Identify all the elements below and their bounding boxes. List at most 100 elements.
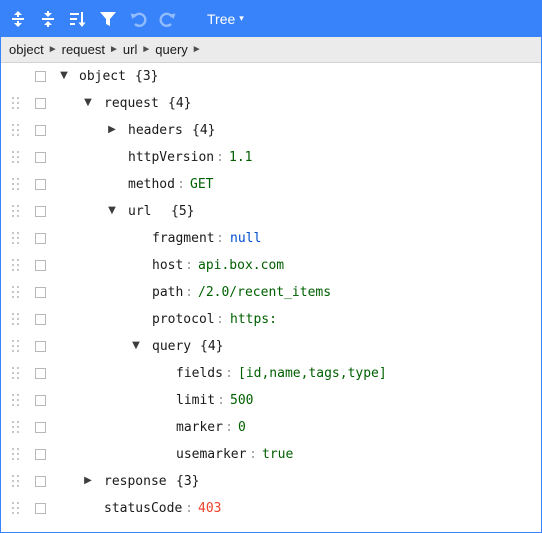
context-menu-button[interactable] xyxy=(35,233,46,244)
context-menu-button[interactable] xyxy=(35,125,46,136)
tree-row-object: ▼ object {3} xyxy=(1,63,541,90)
drag-handle-icon[interactable] xyxy=(12,232,20,244)
breadcrumb-item-query[interactable]: query xyxy=(155,42,188,57)
field-key[interactable]: headers xyxy=(128,122,183,139)
context-menu-button[interactable] xyxy=(35,422,46,433)
child-count: {3} xyxy=(176,474,200,489)
field-value[interactable]: true xyxy=(262,446,293,463)
tree-row-method: method : GET xyxy=(1,171,541,198)
context-menu-button[interactable] xyxy=(35,98,46,109)
field-value[interactable]: [id,name,tags,type] xyxy=(238,365,387,382)
filter-button[interactable] xyxy=(95,6,121,32)
tree-row-marker: marker : 0 xyxy=(1,414,541,441)
breadcrumb-separator[interactable]: ► xyxy=(192,44,202,55)
expanded-triangle-icon[interactable]: ▼ xyxy=(129,338,143,354)
breadcrumb-item-request[interactable]: request xyxy=(62,42,105,57)
redo-button[interactable] xyxy=(155,6,181,32)
breadcrumb-separator[interactable]: ► xyxy=(109,44,119,55)
field-value[interactable]: GET xyxy=(190,176,213,193)
child-count: {4} xyxy=(192,123,216,138)
breadcrumb-separator[interactable]: ► xyxy=(48,44,58,55)
field-value[interactable]: null xyxy=(230,230,261,247)
field-key[interactable]: usemarker xyxy=(176,446,246,463)
tree-row-response: ▶ response {3} xyxy=(1,468,541,495)
drag-handle-icon[interactable] xyxy=(12,475,20,487)
collapse-all-button[interactable] xyxy=(35,6,61,32)
tree-row-fragment: fragment : null xyxy=(1,225,541,252)
collapsed-triangle-icon[interactable]: ▶ xyxy=(105,122,119,138)
sort-button[interactable] xyxy=(65,6,91,32)
field-value[interactable]: 403 xyxy=(198,500,221,517)
context-menu-button[interactable] xyxy=(35,314,46,325)
field-key[interactable]: object xyxy=(79,68,126,85)
key-value-separator: : xyxy=(217,393,225,408)
breadcrumb-separator[interactable]: ► xyxy=(141,44,151,55)
breadcrumb-item-object[interactable]: object xyxy=(9,42,44,57)
drag-handle-icon[interactable] xyxy=(12,205,20,217)
field-key[interactable]: request xyxy=(104,95,159,112)
field-key[interactable]: url xyxy=(128,203,151,220)
context-menu-button[interactable] xyxy=(35,260,46,271)
field-value[interactable]: /2.0/recent_items xyxy=(198,284,331,301)
field-key[interactable]: host xyxy=(152,257,183,274)
context-menu-button[interactable] xyxy=(35,503,46,514)
field-key[interactable]: marker xyxy=(176,419,223,436)
drag-handle-icon[interactable] xyxy=(12,178,20,190)
context-menu-button[interactable] xyxy=(35,287,46,298)
expanded-triangle-icon[interactable]: ▼ xyxy=(57,68,71,84)
drag-handle-icon[interactable] xyxy=(12,394,20,406)
drag-handle-icon[interactable] xyxy=(12,502,20,514)
tree-view: ▼ object {3} ▼ request {4} ▶ headers {4}… xyxy=(1,63,541,522)
field-key[interactable]: method xyxy=(128,176,175,193)
sort-icon xyxy=(70,11,86,27)
context-menu-button[interactable] xyxy=(35,368,46,379)
breadcrumb-item-url[interactable]: url xyxy=(123,42,137,57)
field-key[interactable]: limit xyxy=(176,392,215,409)
child-count: {3} xyxy=(135,69,159,84)
context-menu-button[interactable] xyxy=(35,341,46,352)
field-value[interactable]: 0 xyxy=(238,419,246,436)
drag-handle-icon[interactable] xyxy=(12,124,20,136)
field-value[interactable]: api.box.com xyxy=(198,257,284,274)
drag-handle-icon[interactable] xyxy=(12,340,20,352)
context-menu-button[interactable] xyxy=(35,71,46,82)
drag-handle-icon[interactable] xyxy=(12,367,20,379)
key-value-separator: : xyxy=(216,231,224,246)
undo-button[interactable] xyxy=(125,6,151,32)
tree-row-statuscode: statusCode : 403 xyxy=(1,495,541,522)
expand-all-button[interactable] xyxy=(5,6,31,32)
context-menu-button[interactable] xyxy=(35,476,46,487)
field-key[interactable]: httpVersion xyxy=(128,149,214,166)
drag-handle-icon[interactable] xyxy=(12,97,20,109)
expand-all-icon xyxy=(12,10,24,27)
context-menu-button[interactable] xyxy=(35,179,46,190)
expanded-triangle-icon[interactable]: ▼ xyxy=(81,95,95,111)
field-key[interactable]: statusCode xyxy=(104,500,182,517)
field-key[interactable]: protocol xyxy=(152,311,215,328)
drag-handle-icon[interactable] xyxy=(12,313,20,325)
collapsed-triangle-icon[interactable]: ▶ xyxy=(81,473,95,489)
field-value[interactable]: https: xyxy=(230,311,277,328)
chevron-down-icon: ▾ xyxy=(239,13,244,23)
key-value-separator: : xyxy=(225,420,233,435)
toolbar: Tree ▾ xyxy=(1,1,541,37)
drag-handle-icon[interactable] xyxy=(12,259,20,271)
context-menu-button[interactable] xyxy=(35,152,46,163)
field-key[interactable]: path xyxy=(152,284,183,301)
drag-handle-icon[interactable] xyxy=(12,286,20,298)
field-key[interactable]: query xyxy=(152,338,191,355)
expanded-triangle-icon[interactable]: ▼ xyxy=(105,203,119,219)
drag-handle-icon[interactable] xyxy=(12,448,20,460)
context-menu-button[interactable] xyxy=(35,449,46,460)
drag-handle-icon[interactable] xyxy=(12,421,20,433)
field-value[interactable]: 500 xyxy=(230,392,253,409)
field-value[interactable]: 1.1 xyxy=(229,149,252,166)
context-menu-button[interactable] xyxy=(35,206,46,217)
field-key[interactable]: fragment xyxy=(152,230,215,247)
mode-selector[interactable]: Tree ▾ xyxy=(207,6,244,32)
tree-row-host: host : api.box.com xyxy=(1,252,541,279)
field-key[interactable]: fields xyxy=(176,365,223,382)
context-menu-button[interactable] xyxy=(35,395,46,406)
field-key[interactable]: response xyxy=(104,473,167,490)
drag-handle-icon[interactable] xyxy=(12,151,20,163)
